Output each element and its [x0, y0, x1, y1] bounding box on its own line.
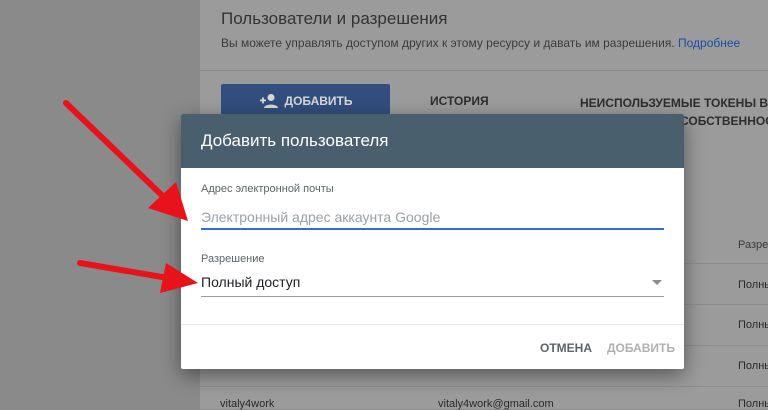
page-title: Пользователи и разрешения — [221, 9, 448, 28]
table-cell-permission: Полны — [738, 360, 768, 372]
page-subtitle: Вы можете управлять доступом других к эт… — [221, 36, 740, 50]
arrow-to-email-icon — [63, 100, 188, 221]
add-user-button[interactable]: ДОБАВИТЬ — [221, 84, 390, 118]
add-user-dialog: Добавить пользователя Адрес электронной … — [181, 114, 684, 369]
permission-label: Разрешение — [201, 253, 265, 265]
table-cell-user-name: vitaly4work — [220, 398, 275, 410]
dialog-title: Добавить пользователя — [181, 114, 684, 168]
permission-select[interactable]: Полный доступ — [201, 270, 664, 297]
header-divider — [200, 70, 768, 71]
add-user-button-label: ДОБАВИТЬ — [284, 94, 353, 108]
table-cell-permission: Полны — [738, 398, 768, 410]
tab-history[interactable]: ИСТОРИЯ — [430, 94, 489, 108]
more-link[interactable]: Подробнее — [678, 36, 740, 50]
cancel-button[interactable]: ОТМЕНА — [540, 341, 592, 355]
email-field[interactable] — [201, 206, 664, 230]
email-label: Адрес электронной почты — [201, 183, 334, 195]
column-header-permission: Разре — [738, 239, 768, 251]
table-row-divider — [200, 386, 768, 387]
dialog-footer-divider — [181, 324, 684, 325]
table-cell-permission: Полны — [738, 279, 768, 291]
add-button[interactable]: ДОБАВИТЬ — [607, 341, 675, 355]
permission-select-value: Полный доступ — [201, 274, 301, 290]
table-cell-permission: Полны — [738, 319, 768, 331]
table-cell-user-email: vitaly4work@gmail.com — [438, 398, 554, 410]
page-header: Пользователи и разрешения Вы можете упра… — [200, 0, 768, 72]
chevron-down-icon — [652, 280, 662, 285]
tab-unused-tokens-line1: НЕИСПОЛЬЗУЕМЫЕ ТОКЕНЫ В — [580, 96, 768, 110]
person-add-icon — [259, 94, 278, 108]
subtitle-text: Вы можете управлять доступом других к эт… — [221, 36, 675, 50]
